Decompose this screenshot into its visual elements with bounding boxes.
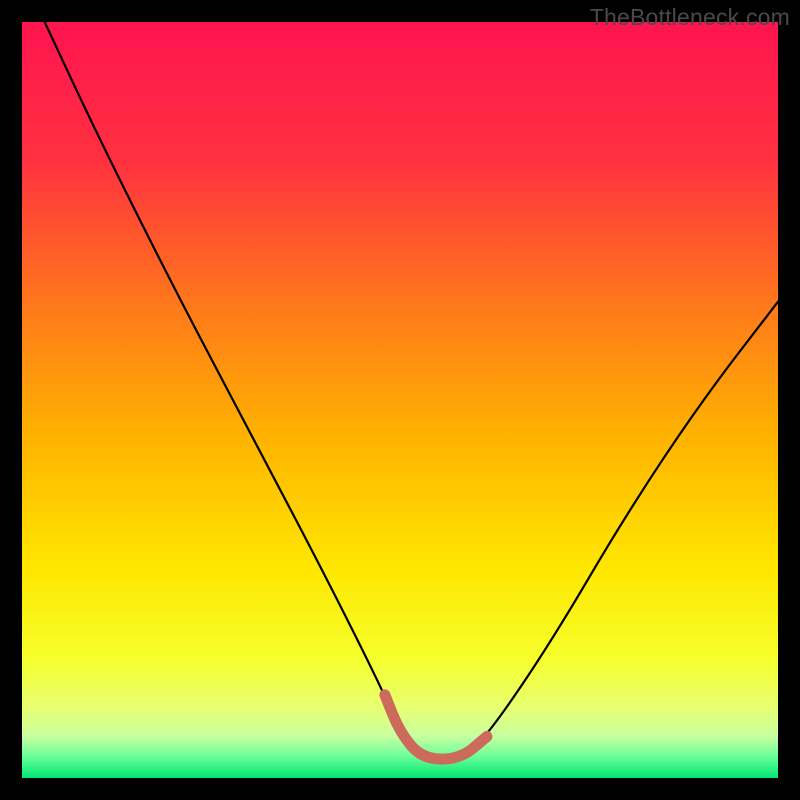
- chart-frame: TheBottleneck.com: [0, 0, 800, 800]
- plot-area: [22, 22, 778, 778]
- gradient-background: [22, 22, 778, 778]
- watermark-text: TheBottleneck.com: [590, 4, 790, 31]
- chart-svg: [22, 22, 778, 778]
